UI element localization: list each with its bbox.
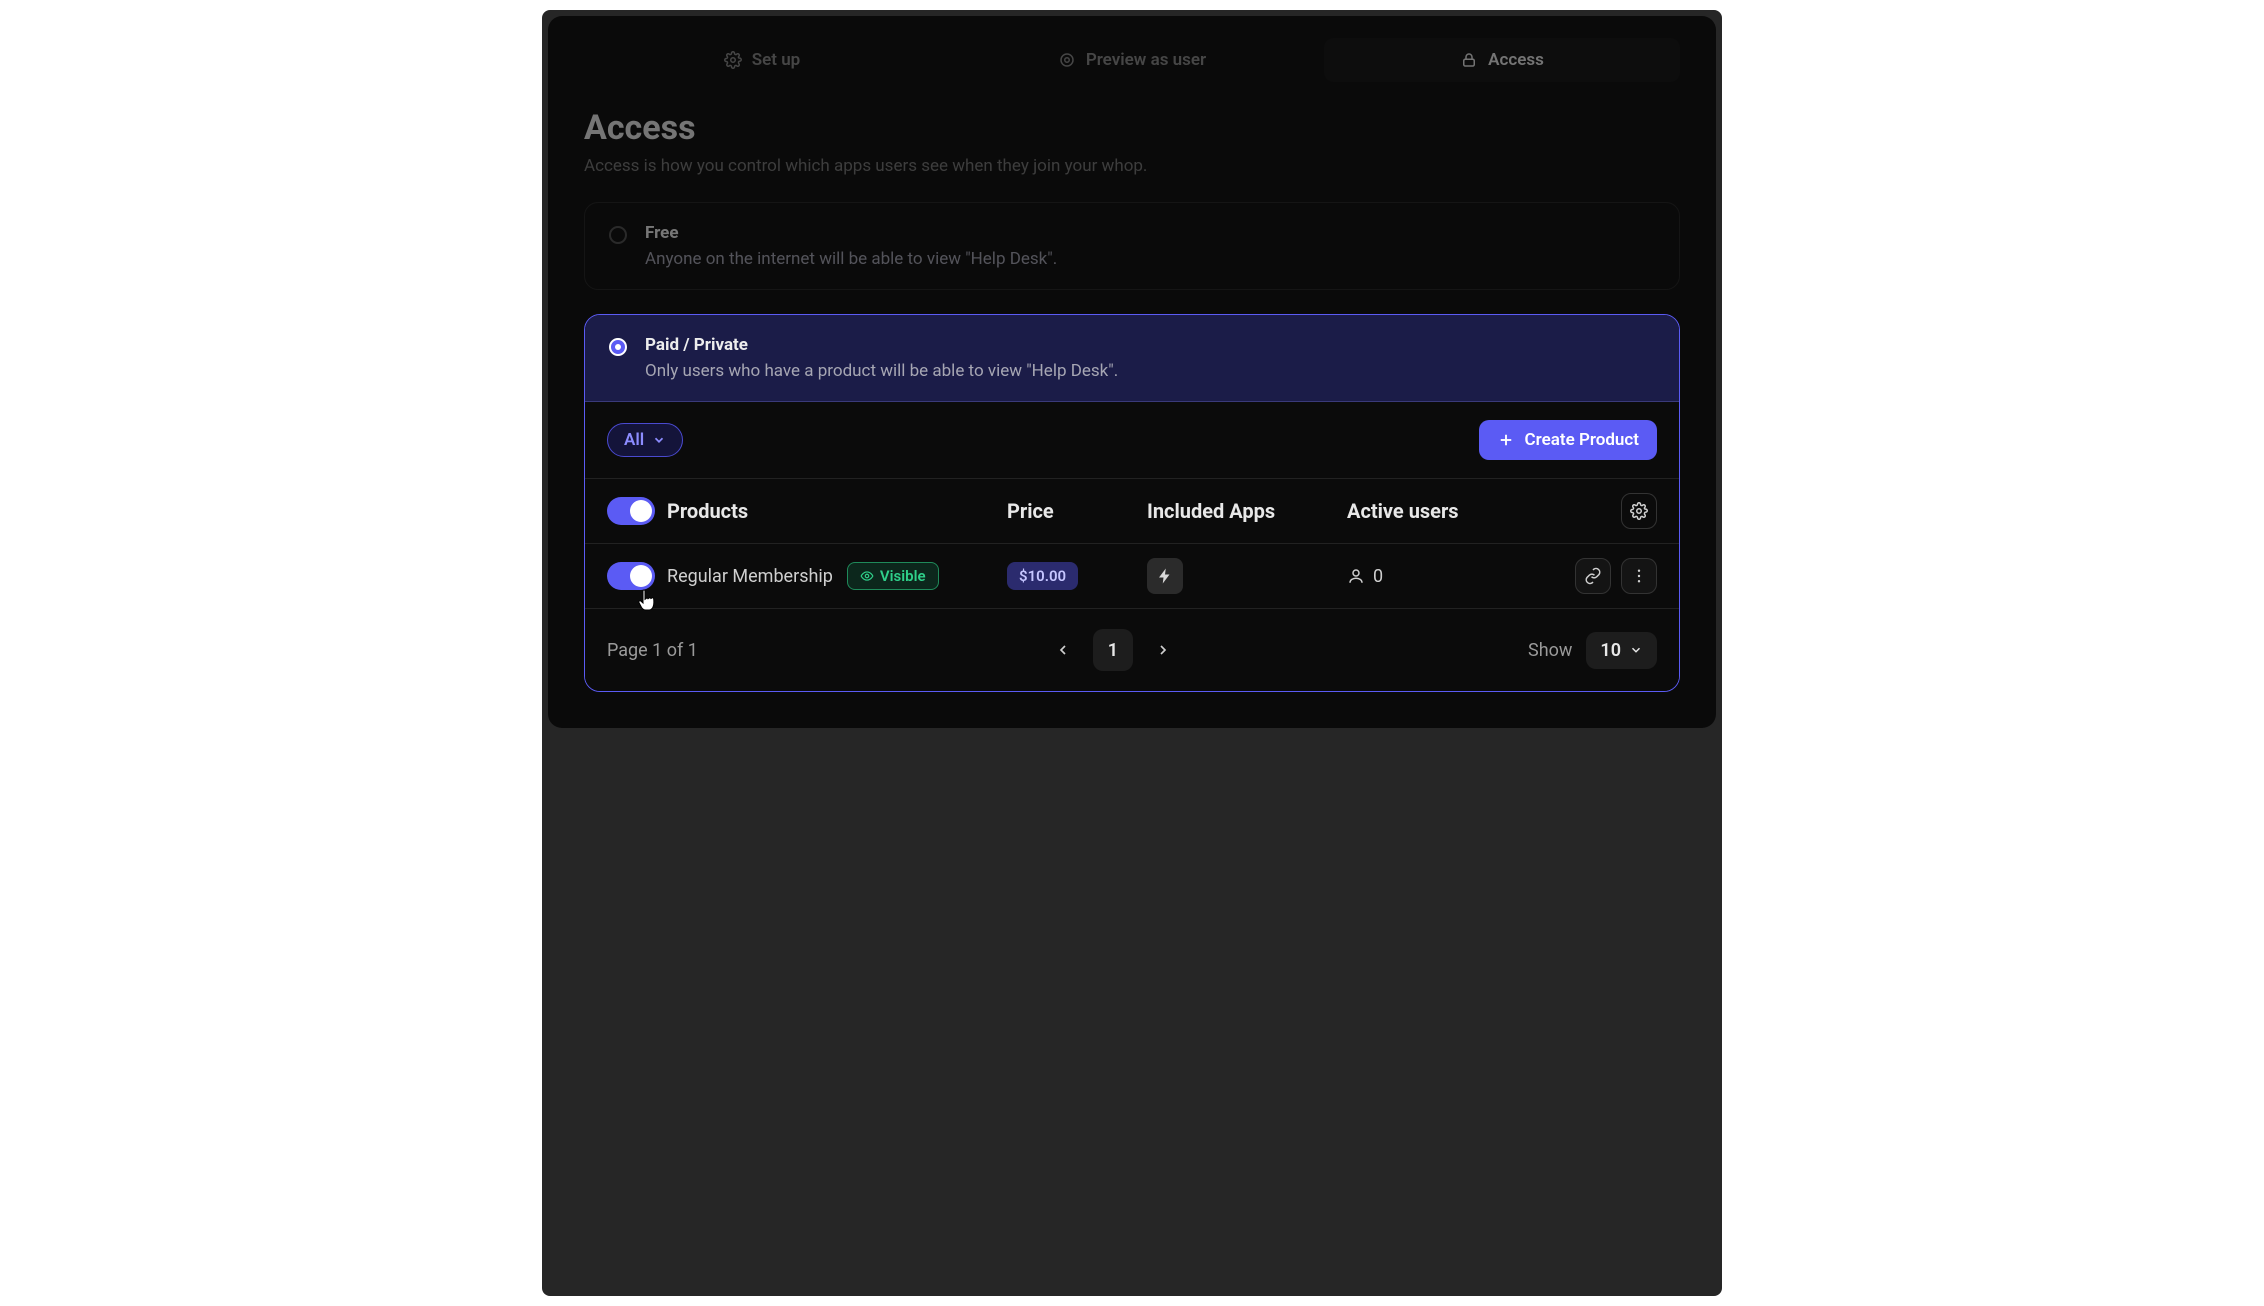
tab-access[interactable]: Access bbox=[1324, 38, 1680, 82]
chevron-right-icon bbox=[1155, 642, 1171, 658]
radio-icon[interactable] bbox=[609, 338, 627, 356]
row-menu-button[interactable] bbox=[1621, 558, 1657, 594]
radio-icon[interactable] bbox=[609, 226, 627, 244]
table-row: Regular Membership Visible $10.00 bbox=[585, 544, 1679, 609]
tab-label: Preview as user bbox=[1086, 50, 1206, 70]
page-title: Access bbox=[584, 108, 1680, 148]
page-size-select[interactable]: 10 bbox=[1586, 632, 1657, 669]
tabs-bar: Set up Preview as user Access bbox=[584, 38, 1680, 82]
product-name: Regular Membership bbox=[667, 566, 833, 587]
tab-setup[interactable]: Set up bbox=[584, 38, 940, 82]
access-settings-panel: Set up Preview as user Access Access Acc… bbox=[548, 16, 1716, 728]
tab-label: Access bbox=[1488, 50, 1544, 70]
eye-icon bbox=[860, 569, 874, 583]
page-indicator: Page 1 of 1 bbox=[607, 640, 698, 661]
gear-icon bbox=[1630, 502, 1648, 520]
plus-icon bbox=[1497, 431, 1515, 449]
bolt-icon bbox=[1156, 567, 1174, 585]
col-products: Products bbox=[667, 499, 1007, 523]
filter-all-dropdown[interactable]: All bbox=[607, 423, 683, 457]
pagination: 1 bbox=[1045, 629, 1181, 671]
col-price: Price bbox=[1007, 499, 1147, 523]
products-table-header: Products Price Included Apps Active user… bbox=[585, 479, 1679, 544]
chevron-down-icon bbox=[652, 433, 666, 447]
kebab-icon bbox=[1630, 567, 1648, 585]
access-option-paid-section: Paid / Private Only users who have a pro… bbox=[584, 314, 1680, 692]
table-footer: Page 1 of 1 1 Show bbox=[585, 609, 1679, 691]
chevron-down-icon bbox=[1629, 643, 1643, 657]
option-desc: Only users who have a product will be ab… bbox=[645, 361, 1118, 381]
visibility-label: Visible bbox=[880, 567, 926, 585]
link-icon bbox=[1584, 567, 1602, 585]
col-apps: Included Apps bbox=[1147, 499, 1347, 523]
show-label: Show bbox=[1528, 640, 1572, 661]
toggle-all-products[interactable] bbox=[607, 497, 655, 525]
filter-label: All bbox=[624, 430, 644, 450]
access-option-free[interactable]: Free Anyone on the internet will be able… bbox=[584, 202, 1680, 290]
create-product-button[interactable]: Create Product bbox=[1479, 420, 1657, 460]
toggle-product[interactable] bbox=[607, 562, 655, 590]
target-icon bbox=[1058, 51, 1076, 69]
button-label: Create Product bbox=[1525, 430, 1639, 450]
next-page-button[interactable] bbox=[1145, 631, 1181, 669]
included-app-chip[interactable] bbox=[1147, 558, 1183, 594]
prev-page-button[interactable] bbox=[1045, 631, 1081, 669]
col-active-users: Active users bbox=[1347, 499, 1547, 523]
products-toolbar: All Create Product bbox=[585, 402, 1679, 479]
user-icon bbox=[1347, 567, 1365, 585]
price-badge: $10.00 bbox=[1007, 562, 1078, 590]
page-size-value: 10 bbox=[1600, 640, 1621, 661]
page-subtitle: Access is how you control which apps use… bbox=[584, 156, 1680, 176]
visibility-badge: Visible bbox=[847, 562, 939, 590]
chevron-left-icon bbox=[1055, 642, 1071, 658]
tab-preview[interactable]: Preview as user bbox=[954, 38, 1310, 82]
option-title: Paid / Private bbox=[645, 335, 1118, 355]
gear-icon bbox=[724, 51, 742, 69]
copy-link-button[interactable] bbox=[1575, 558, 1611, 594]
option-title: Free bbox=[645, 223, 1057, 243]
lock-icon bbox=[1460, 51, 1478, 69]
access-option-paid[interactable]: Paid / Private Only users who have a pro… bbox=[585, 315, 1679, 402]
active-users-count: 0 bbox=[1373, 566, 1383, 587]
option-desc: Anyone on the internet will be able to v… bbox=[645, 249, 1057, 269]
current-page[interactable]: 1 bbox=[1093, 629, 1133, 671]
tab-label: Set up bbox=[752, 50, 801, 70]
table-settings-button[interactable] bbox=[1621, 493, 1657, 529]
